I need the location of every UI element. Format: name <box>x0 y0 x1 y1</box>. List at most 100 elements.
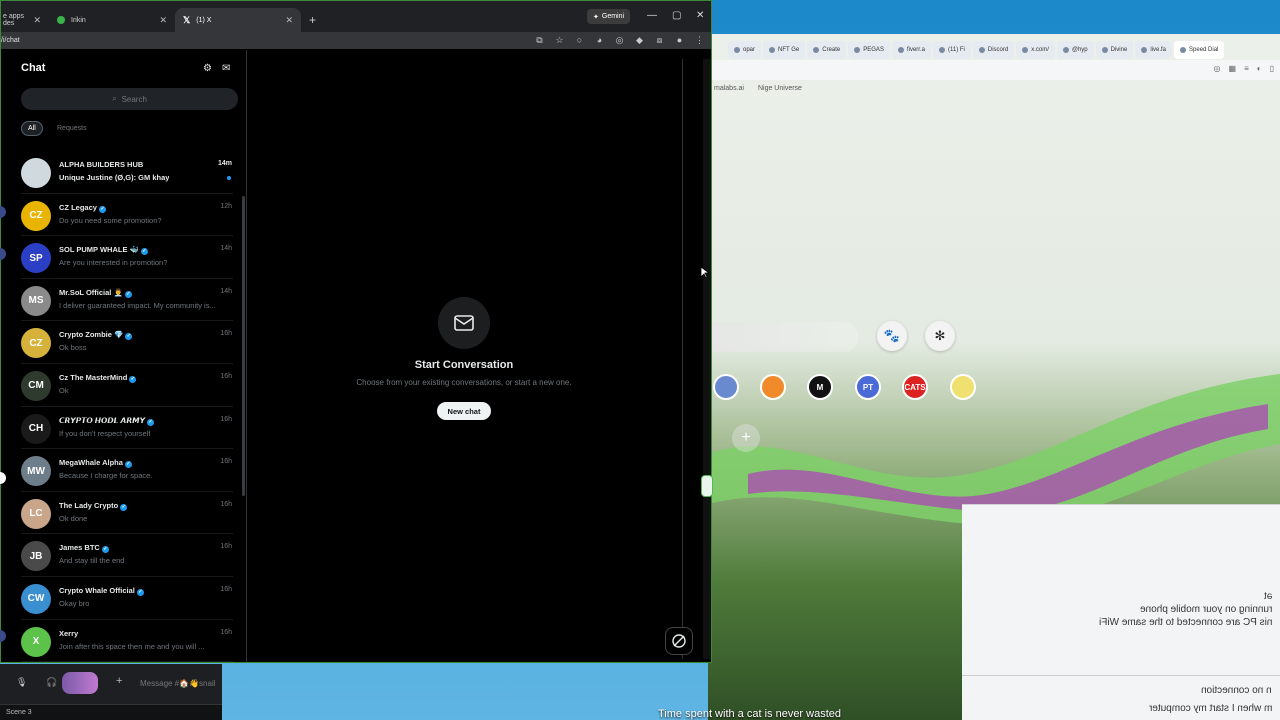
speed-dial-search-bar[interactable] <box>708 322 858 352</box>
background-tab[interactable]: fiverr.a <box>891 41 931 59</box>
avatar[interactable]: CZ <box>21 328 51 359</box>
background-tab[interactable]: Discord <box>972 41 1015 59</box>
grok-floating-button[interactable] <box>665 627 693 655</box>
profile-avatar-icon[interactable]: ● <box>674 35 685 46</box>
conversation-name-text: Crypto Zombie 💎 <box>59 330 124 340</box>
filter-all-tab[interactable]: All <box>21 121 43 136</box>
background-tab[interactable]: NFT Ge <box>763 41 806 59</box>
headset-icon[interactable]: 🎧 <box>46 677 57 688</box>
menu-icon[interactable]: ≡ <box>1244 64 1249 73</box>
user-settings-chip[interactable] <box>62 672 98 694</box>
background-tab[interactable]: @hyp <box>1056 41 1094 59</box>
chat-list-panel: Chat ⚙ ✉ ⌕ Search All Requests ALPHA BUI… <box>1 50 247 662</box>
conversation-item[interactable]: MW MegaWhale Alpha ✓ Because I charge for s… <box>1 449 241 492</box>
new-tab-button[interactable]: + <box>309 13 316 27</box>
paw-icon[interactable]: 🐾 <box>877 321 907 351</box>
install-app-icon[interactable]: ⧉ <box>534 35 545 46</box>
conversation-item[interactable]: CZ CZ Legacy ✓ Do you need some promotion? 1… <box>1 194 241 237</box>
avatar[interactable]: MS <box>21 285 51 316</box>
speed-dial-medium[interactable]: M <box>807 374 833 400</box>
speed-dial-add-button[interactable]: + <box>732 424 760 452</box>
verified-badge-icon: ✓ <box>98 205 106 213</box>
extension-icon[interactable]: ◎ <box>614 35 625 46</box>
bookmark-star-icon[interactable]: ☆ <box>554 35 565 46</box>
avatar[interactable] <box>21 158 51 188</box>
conversation-item[interactable]: X Xerry Join after this space then me and … <box>1 620 241 662</box>
background-tab[interactable]: Speed Dial <box>1174 41 1225 59</box>
speed-dial-item[interactable] <box>950 374 976 400</box>
verified-badge-icon: ✓ <box>124 461 132 469</box>
wallpaper-caption: Time spent with a cat is never wasted <box>658 708 842 720</box>
extension-icon[interactable]: ◆ <box>634 35 645 46</box>
background-tab[interactable]: Divine <box>1095 41 1134 59</box>
new-chat-button[interactable]: New chat <box>437 402 491 420</box>
conversation-item[interactable]: LC The Lady Crypto ✓ Ok done 16h <box>1 492 241 535</box>
conversation-preview: Do you need some promotion? <box>59 215 162 225</box>
page-scrollbar[interactable] <box>703 59 711 659</box>
background-tab[interactable]: Create <box>807 41 847 59</box>
avatar[interactable]: SP <box>21 243 51 274</box>
more-menu-icon[interactable]: ⋮ <box>694 35 705 46</box>
close-window-icon[interactable]: ✕ <box>696 10 704 21</box>
close-tab-icon[interactable]: ✕ <box>285 15 293 26</box>
maximize-icon[interactable]: ▢ <box>672 10 681 21</box>
conversation-item[interactable]: SP SOL PUMP WHALE 🐳 ✓ Are you interested in… <box>1 236 241 279</box>
tab-irikin[interactable]: Irikin ✕ <box>49 8 175 32</box>
microphone-icon[interactable]: 🎙 <box>16 677 27 688</box>
avatar[interactable]: X <box>21 626 51 657</box>
settings-gear-icon[interactable]: ⚙ <box>203 63 212 74</box>
close-tab-icon[interactable]: ✕ <box>33 15 41 26</box>
background-tab[interactable]: x.com/ <box>1016 41 1055 59</box>
conversation-preview: Ok boss <box>59 343 87 353</box>
speed-dial-pt[interactable]: PT <box>855 374 881 400</box>
background-address-bar[interactable]: ◎ ▦ ≡ ◐ ▯ <box>708 60 1280 80</box>
extension-icon[interactable]: ◕ <box>594 35 605 46</box>
conversation-list-scrollbar[interactable] <box>242 196 245 496</box>
asterisk-icon[interactable]: ✻ <box>925 321 955 351</box>
dialog-text: ət <box>1263 591 1272 602</box>
add-attachment-icon[interactable]: + <box>116 675 122 687</box>
puzzle-icon[interactable]: ⧈ <box>654 35 665 46</box>
conversation-time: 16h <box>220 628 232 636</box>
speed-dial-item[interactable] <box>713 374 739 400</box>
bookmark-item[interactable]: malabs.ai <box>714 85 744 92</box>
extension-badge-icon[interactable] <box>701 475 713 497</box>
avatar[interactable]: MW <box>21 456 51 487</box>
conversation-item[interactable]: CH 𝘾𝙍𝙔𝙋𝙏𝙊 𝙃𝙊𝘿𝙇 𝘼𝙍𝙈𝙔 ✓ If you don't respect … <box>1 407 241 450</box>
gemini-button[interactable]: ✦ Gemini <box>587 9 631 24</box>
avatar[interactable]: CH <box>21 413 51 444</box>
background-tab[interactable]: PEGAS <box>848 41 890 59</box>
conversation-item[interactable]: CM Cz The MasterMind ✓ Ok 16h <box>1 364 241 407</box>
avatar[interactable]: CW <box>21 583 51 614</box>
avatar[interactable]: LC <box>21 498 51 529</box>
sidebar-icon[interactable]: ▯ <box>1270 64 1274 73</box>
close-tab-icon[interactable]: ✕ <box>159 15 167 26</box>
minimize-icon[interactable]: — <box>647 10 657 21</box>
avatar[interactable]: CZ <box>21 200 51 231</box>
conversation-item[interactable]: CZ Crypto Zombie 💎 ✓ Ok boss 16h <box>1 321 241 364</box>
speed-dial-cats[interactable]: CATS <box>902 374 928 400</box>
bookmark-item[interactable]: Nige Universe <box>758 85 802 92</box>
conversation-item[interactable]: JB James BTC ✓ And stay till the end 16h <box>1 534 241 577</box>
camera-icon[interactable]: ◎ <box>1214 64 1221 73</box>
filter-requests-tab[interactable]: Requests <box>51 121 93 136</box>
background-tab[interactable]: live.fa <box>1135 41 1173 59</box>
tab-x[interactable]: 𝕏 (1) X ✕ <box>175 8 301 32</box>
tab-apps[interactable]: e apps des ✕ <box>1 8 49 32</box>
speed-dial-item[interactable] <box>760 374 786 400</box>
conversation-item[interactable]: MS Mr.SoL Official 👨‍💼 ✓ I deliver guarante… <box>1 279 241 322</box>
grid-icon[interactable]: ▦ <box>1229 64 1237 73</box>
compose-message-icon[interactable]: ✉ <box>222 63 230 74</box>
conversation-preview: Ok <box>59 385 69 395</box>
avatar[interactable]: CM <box>21 370 51 401</box>
background-tab[interactable]: (11) Fi <box>932 41 971 59</box>
extension-circle-icon[interactable]: ○ <box>574 35 585 46</box>
chat-search-input[interactable]: ⌕ Search <box>21 88 238 110</box>
avatar[interactable]: JB <box>21 541 51 572</box>
message-input[interactable]: Message #🏠👋snail <box>140 679 216 688</box>
conversation-item[interactable]: ALPHA BUILDERS HUB Unique Justine (Ø,G): … <box>1 151 241 194</box>
address-bar-url[interactable]: /i/chat <box>1 37 20 44</box>
extension-icon[interactable]: ◐ <box>1257 64 1262 73</box>
background-tab[interactable]: opar <box>728 41 762 59</box>
conversation-item[interactable]: CW Crypto Whale Official ✓ Okay bro 16h <box>1 577 241 620</box>
